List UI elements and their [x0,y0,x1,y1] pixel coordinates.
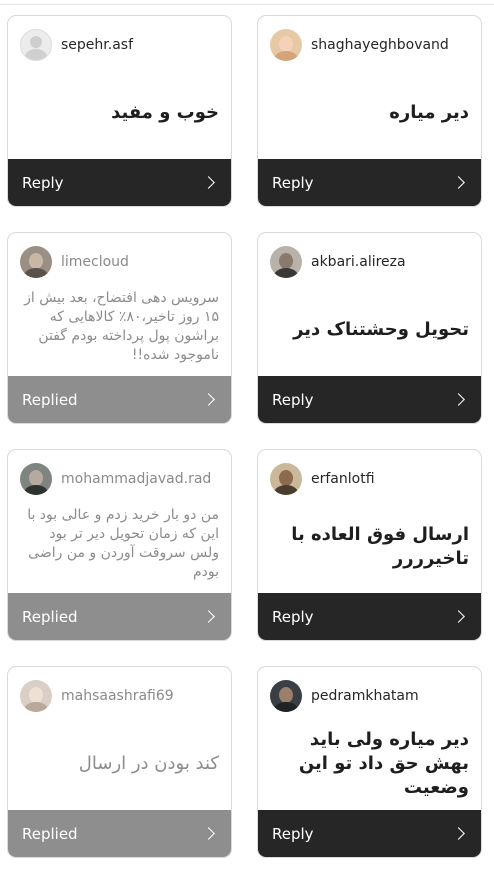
avatar[interactable] [20,680,52,712]
reply-button[interactable]: Reply [258,810,481,857]
comment-text: خوب و مفید [111,102,219,123]
chevron-right-icon [452,393,465,406]
replied-label: Replied [22,824,78,843]
reply-label: Reply [272,390,314,409]
username[interactable]: mahsaashrafi69 [61,688,174,704]
reply-button[interactable]: Reply [258,159,481,206]
chevron-right-icon [202,176,215,189]
chevron-right-icon [452,176,465,189]
chevron-right-icon [202,827,215,840]
replied-button[interactable]: Replied [8,810,231,857]
comment-text: تحویل وحشتناک دیر [293,319,469,340]
reply-label: Reply [22,173,64,192]
card-header: akbari.alireza [270,245,471,279]
comment-card: akbari.alireza تحویل وحشتناک دیر Reply [257,232,482,424]
avatar[interactable] [270,29,302,61]
chevron-right-icon [452,827,465,840]
comment-card: mahsaashrafi69 کند بودن در ارسال Replied [7,666,232,858]
username[interactable]: limecloud [61,254,129,270]
replied-label: Replied [22,390,78,409]
avatar[interactable] [270,680,302,712]
username[interactable]: pedramkhatam [311,688,419,704]
card-header: mohammadjavad.rad [20,462,221,496]
reply-label: Reply [272,607,314,626]
reply-button[interactable]: Reply [258,593,481,640]
default-profile-icon[interactable] [20,29,52,61]
reply-button[interactable]: Reply [258,376,481,423]
comment-text: دیر میاره ولی باید بهش حق داد تو این وضع… [298,729,469,798]
comment-card: mohammadjavad.rad من دو بار خرید زدم و ع… [7,449,232,641]
chevron-right-icon [452,610,465,623]
avatar[interactable] [270,246,302,278]
comment-text: سرویس دهی افتضاح، بعد بیش از ۱۵ روز تاخی… [24,290,219,363]
comment-grid: sepehr.asf خوب و مفید Reply shaghayeghbo… [7,15,483,858]
card-header: pedramkhatam [270,679,471,713]
card-header: erfanlotfi [270,462,471,496]
username[interactable]: erfanlotfi [311,471,375,487]
username[interactable]: mohammadjavad.rad [61,471,211,487]
comment-card: sepehr.asf خوب و مفید Reply [7,15,232,207]
comment-card: shaghayeghbovand دیر میاره Reply [257,15,482,207]
card-header: limecloud [20,245,221,279]
comment-card: pedramkhatam دیر میاره ولی باید بهش حق د… [257,666,482,858]
card-header: shaghayeghbovand [270,28,471,62]
comment-text: ارسال فوق العاده با تاخیرررر [291,524,469,569]
replied-button[interactable]: Replied [8,376,231,423]
username[interactable]: akbari.alireza [311,254,406,270]
comment-card: limecloud سرویس دهی افتضاح، بعد بیش از ۱… [7,232,232,424]
comment-card: erfanlotfi ارسال فوق العاده با تاخیرررر … [257,449,482,641]
top-divider [0,4,494,5]
reply-label: Reply [272,173,314,192]
avatar[interactable] [20,463,52,495]
chevron-right-icon [202,393,215,406]
replied-label: Replied [22,607,78,626]
avatar[interactable] [270,463,302,495]
chevron-right-icon [202,610,215,623]
card-header: sepehr.asf [20,28,221,62]
username[interactable]: sepehr.asf [61,37,133,53]
card-header: mahsaashrafi69 [20,679,221,713]
comment-text: دیر میاره [389,102,469,123]
reply-button[interactable]: Reply [8,159,231,206]
replied-button[interactable]: Replied [8,593,231,640]
reply-label: Reply [272,824,314,843]
comment-text: کند بودن در ارسال [78,753,219,774]
comment-text: من دو بار خرید زدم و عالی بود با این که … [27,507,219,580]
username[interactable]: shaghayeghbovand [311,37,449,53]
avatar[interactable] [20,246,52,278]
